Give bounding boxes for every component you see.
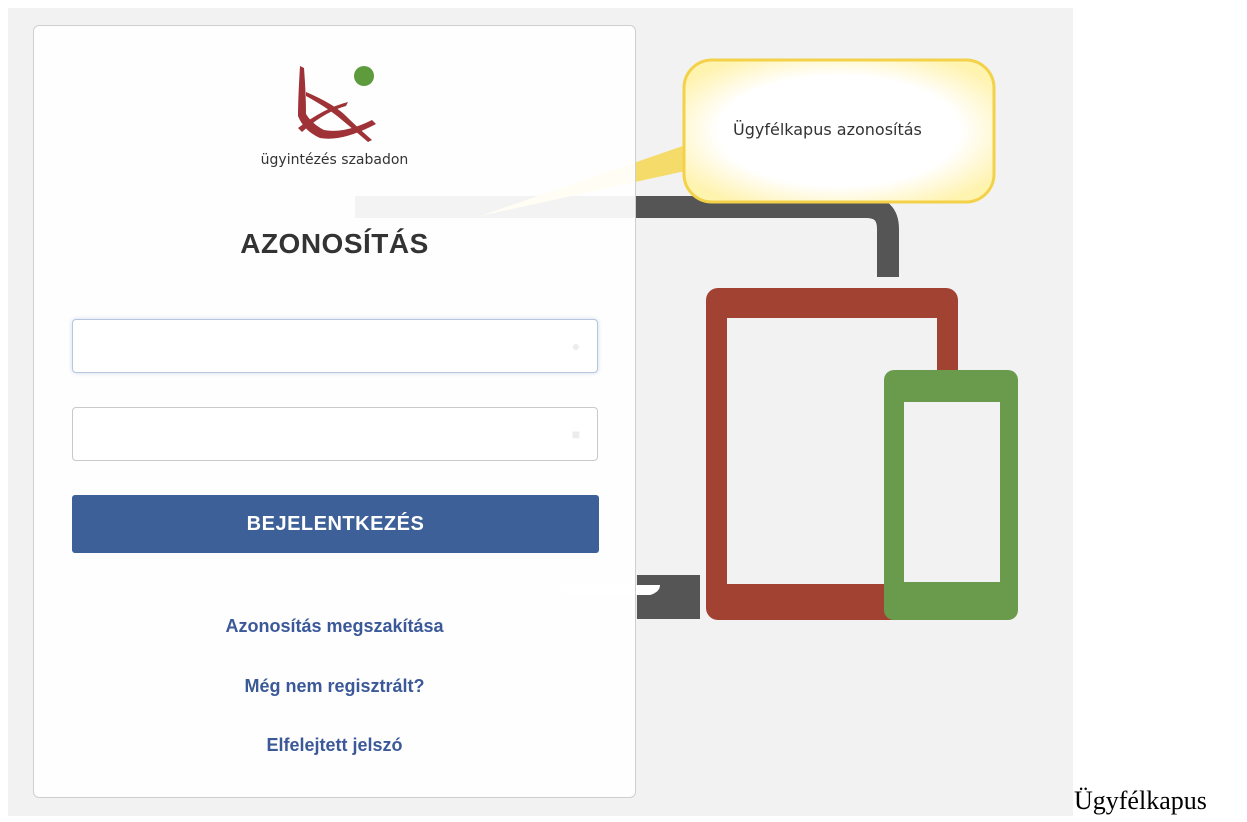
forgot-password-link[interactable]: Elfelejtett jelszó [34, 735, 635, 756]
brand-tagline: ügyintézés szabadon [260, 152, 409, 168]
caption-text: Ügyfélkapus [1074, 786, 1207, 815]
login-button[interactable]: BEJELENTKEZÉS [72, 495, 599, 553]
register-link[interactable]: Még nem regisztrált? [34, 676, 635, 697]
callout-text: Ügyfélkapus azonosítás [733, 120, 922, 139]
user-icon: ● [571, 338, 581, 354]
cancel-authentication-link[interactable]: Azonosítás megszakítása [34, 616, 635, 637]
brand-logo [298, 66, 376, 142]
password-input[interactable] [72, 407, 598, 461]
login-card: ügyintézés szabadon AZONOSÍTÁS ● ■ BEJEL… [33, 25, 636, 798]
lock-icon: ■ [571, 426, 581, 442]
login-title: AZONOSÍTÁS [240, 228, 429, 259]
phone-shape [884, 370, 1018, 620]
username-input[interactable] [72, 319, 598, 373]
